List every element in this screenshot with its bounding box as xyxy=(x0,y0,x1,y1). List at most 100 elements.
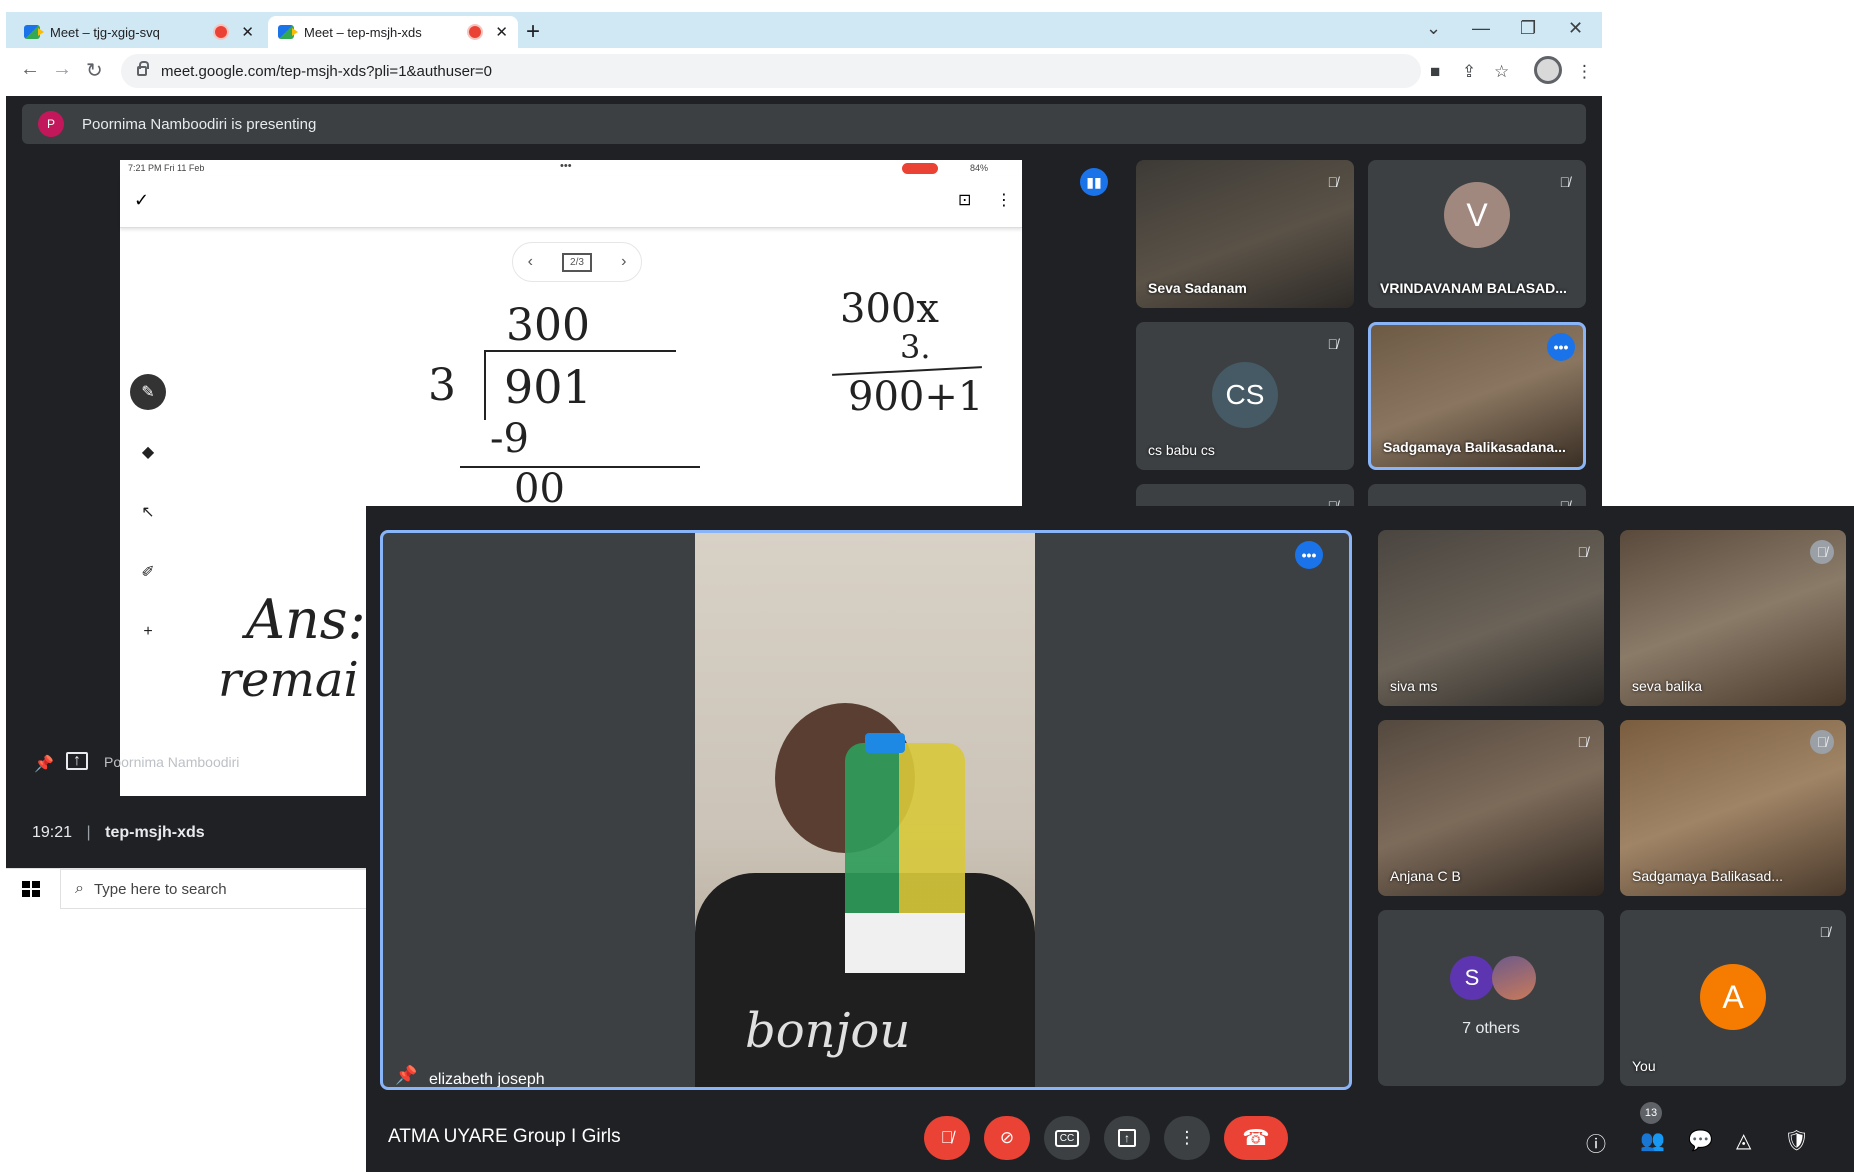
more-options-icon[interactable]: ••• xyxy=(1295,541,1323,569)
recording-icon xyxy=(215,26,228,38)
page-navigator[interactable]: ‹ 2/3 › xyxy=(512,242,642,282)
self-name: You xyxy=(1632,1058,1656,1074)
participant-name: seva balika xyxy=(1632,678,1703,694)
presenting-text: Poornima Namboodiri is presenting xyxy=(82,115,317,133)
meeting-clock: 19:21 xyxy=(32,824,73,841)
more-options-button[interactable]: ⋮ xyxy=(1164,1116,1210,1160)
pointer-tool-icon[interactable]: ↖ xyxy=(130,494,166,530)
participant-avatar: CS xyxy=(1212,362,1278,428)
more-options-icon[interactable]: ••• xyxy=(1547,333,1575,361)
mic-off-icon: 🎙̸ xyxy=(1577,544,1589,560)
windows-taskbar: ⌕ Type here to search xyxy=(6,868,372,909)
tab-meet-1[interactable]: Meet – tjg-xgig-svq ✕ xyxy=(14,16,264,48)
tab-search-icon[interactable]: ⌄ xyxy=(1426,18,1441,39)
participant-tile[interactable]: 🎙̸ Seva Sadanam xyxy=(1136,160,1354,308)
url-field[interactable]: meet.google.com/tep-msjh-xds?pli=1&authu… xyxy=(121,54,1421,88)
restore-button[interactable]: ❐ xyxy=(1520,18,1536,39)
people-icon[interactable]: 👥 xyxy=(1640,1128,1665,1153)
next-page-icon[interactable]: › xyxy=(621,253,626,271)
share-icon[interactable]: ⇪ xyxy=(1462,62,1476,82)
captions-button[interactable]: CC xyxy=(1044,1116,1090,1160)
mic-toggle-button[interactable]: 🎙̸ xyxy=(924,1116,970,1160)
back-icon[interactable]: ← xyxy=(20,58,40,81)
presenter-avatar: P xyxy=(38,111,64,137)
camera-icon[interactable]: ■ xyxy=(1430,62,1440,82)
more-vert-icon: ⋮ xyxy=(1178,1128,1196,1147)
participant-name: Sadgamaya Balikasadana... xyxy=(1383,439,1566,455)
pen-tool-icon[interactable]: ✎ xyxy=(130,374,166,410)
tab-meet-2[interactable]: Meet – tep-msjh-xds ✕ xyxy=(268,16,518,48)
main-video-tile[interactable]: bonjou ••• 📌 elizabeth joseph xyxy=(380,530,1352,1090)
participant-tile[interactable]: 🎙̸ Anjana C B xyxy=(1378,720,1604,896)
drawing-tools: ✎ ◆ ↖ ✐ + xyxy=(128,374,170,654)
notes-toolbar: ✓ ⊡ ⋮ xyxy=(120,176,1022,228)
activities-icon[interactable]: ◬ xyxy=(1736,1128,1751,1153)
close-tab-icon[interactable]: ✕ xyxy=(241,23,254,41)
others-avatar-photo xyxy=(1492,956,1536,1000)
meeting-code: tep-msjh-xds xyxy=(105,824,205,841)
present-screen-icon[interactable]: ↑ xyxy=(66,752,88,770)
eraser-tool-icon[interactable]: ◆ xyxy=(130,434,166,470)
mic-off-icon: 🎙̸ xyxy=(1559,174,1571,190)
menu-dots-icon[interactable]: ⋮ xyxy=(1576,62,1593,82)
others-tile[interactable]: S 7 others xyxy=(1378,910,1604,1086)
close-window-button[interactable]: ✕ xyxy=(1568,18,1583,39)
host-controls-icon[interactable]: 🛡 xyxy=(1784,1128,1809,1153)
forward-icon[interactable]: → xyxy=(52,58,72,81)
camera-toggle-button[interactable]: ⊘ xyxy=(984,1116,1030,1160)
handwriting-divisor: 3 xyxy=(428,360,456,411)
participant-tile[interactable]: 🎙̸ seva balika xyxy=(1620,530,1846,706)
ipad-status-bar: 7:21 PM Fri 11 Feb ••• 84% xyxy=(120,160,1022,176)
meet-window: bonjou ••• 📌 elizabeth joseph 🎙̸ siva ms… xyxy=(366,506,1854,1172)
participant-tile[interactable]: 🎙̸ V VRINDAVANAM BALASAD... xyxy=(1368,160,1586,308)
participant-tile[interactable]: 🎙̸ siva ms xyxy=(1378,530,1604,706)
present-icon[interactable]: ⊡ xyxy=(958,190,971,210)
add-tool-icon[interactable]: + xyxy=(130,614,166,650)
mic-off-icon: 🎙̸ xyxy=(1819,924,1831,940)
participant-tile[interactable]: ••• Sadgamaya Balikasadana... xyxy=(1368,322,1586,470)
more-icon[interactable]: ⋮ xyxy=(996,190,1012,210)
bookmark-star-icon[interactable]: ☆ xyxy=(1494,62,1509,82)
presenter-name-label: Poornima Namboodiri xyxy=(104,754,240,770)
present-now-button[interactable]: ↑ xyxy=(1104,1116,1150,1160)
meet-favicon-icon xyxy=(278,25,298,39)
mic-off-icon: 🎙̸ xyxy=(1327,174,1339,190)
pin-icon[interactable]: 📌 xyxy=(34,754,54,774)
participant-name: cs babu cs xyxy=(1148,442,1215,458)
tab-title: Meet – tep-msjh-xds xyxy=(304,24,422,40)
meeting-title: ATMA UYARE Group I Girls xyxy=(388,1126,621,1147)
participant-tile[interactable]: 🎙̸ Sadgamaya Balikasad... xyxy=(1620,720,1846,896)
participant-tile[interactable]: 🎙̸ CS cs babu cs xyxy=(1136,322,1354,470)
end-call-button[interactable]: ☎ xyxy=(1224,1116,1288,1160)
close-tab-icon[interactable]: ✕ xyxy=(495,23,508,41)
present-screen-icon: ↑ xyxy=(1118,1129,1136,1147)
prev-page-icon[interactable]: ‹ xyxy=(528,253,533,271)
captions-icon: CC xyxy=(1054,1129,1080,1147)
others-count: 7 others xyxy=(1462,1020,1520,1037)
handwriting-ans: Ans: xyxy=(246,588,366,651)
handwriting-remain: remai xyxy=(218,652,359,708)
self-avatar: A xyxy=(1700,964,1766,1030)
handwriting-dividend: 901 xyxy=(504,360,592,414)
chat-icon[interactable]: 💬 xyxy=(1688,1128,1713,1153)
taskbar-search-input[interactable]: ⌕ Type here to search xyxy=(60,869,372,909)
profile-avatar[interactable] xyxy=(1534,56,1562,84)
info-icon[interactable]: ⓘ xyxy=(1586,1128,1606,1157)
minimize-button[interactable]: — xyxy=(1472,18,1490,39)
ipad-dots: ••• xyxy=(560,160,572,172)
pin-icon[interactable]: 📌 xyxy=(395,1065,417,1086)
windows-start-icon[interactable] xyxy=(22,881,40,897)
participant-name: Seva Sadanam xyxy=(1148,280,1247,296)
meeting-info: 19:21 | tep-msjh-xds xyxy=(32,824,205,841)
lock-icon xyxy=(137,61,149,76)
done-check-icon[interactable]: ✓ xyxy=(134,190,149,211)
participant-avatar: V xyxy=(1444,182,1510,248)
self-tile[interactable]: 🎙̸ A You xyxy=(1620,910,1846,1086)
meet-control-bar: ATMA UYARE Group I Girls 🎙̸ ⊘ CC ↑ ⋮ ☎ ⓘ… xyxy=(366,1102,1854,1172)
handwriting-quotient: 300 xyxy=(506,300,590,351)
meet-favicon-icon xyxy=(24,25,44,39)
highlighter-tool-icon[interactable]: ✐ xyxy=(130,554,166,590)
new-tab-button[interactable]: + xyxy=(526,18,540,46)
tab-title: Meet – tjg-xgig-svq xyxy=(50,24,160,40)
reload-icon[interactable]: ↻ xyxy=(86,58,103,83)
